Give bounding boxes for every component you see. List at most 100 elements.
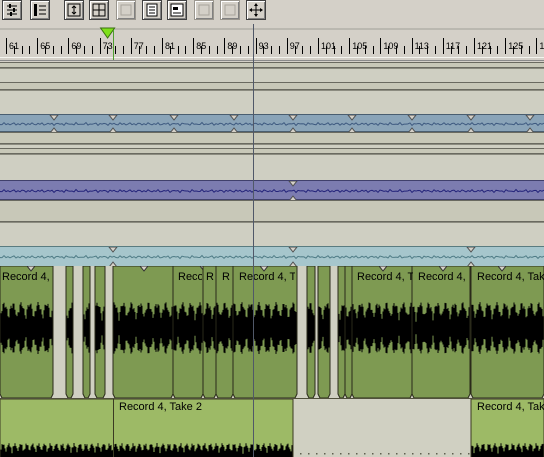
audio-track-top: Record 4, T Reco R R Record 4, T Record … bbox=[0, 266, 544, 398]
track-divider bbox=[0, 132, 544, 144]
ruler-label: 125 bbox=[508, 41, 524, 51]
track-lane[interactable] bbox=[0, 90, 544, 114]
grid-dot bbox=[468, 453, 470, 455]
envelope-node bbox=[525, 115, 535, 121]
envelope-node bbox=[288, 181, 298, 187]
edit-cursor bbox=[253, 24, 254, 457]
blank-icon bbox=[120, 4, 132, 16]
clip-label[interactable]: Record 4, T bbox=[418, 271, 468, 283]
disabled-button bbox=[116, 0, 136, 20]
volume-envelope-lane[interactable] bbox=[0, 114, 544, 133]
grid-dot bbox=[388, 453, 390, 455]
toolbar bbox=[0, 0, 544, 25]
grid-view-button[interactable] bbox=[89, 0, 109, 20]
grid-dot bbox=[364, 453, 366, 455]
grid-dot bbox=[324, 453, 326, 455]
envelope-node bbox=[407, 115, 417, 121]
clip-label[interactable]: Record 4, Take bbox=[477, 271, 544, 283]
ruler-label: 109 bbox=[383, 41, 399, 51]
blank-icon bbox=[224, 4, 236, 16]
ruler-label: 121 bbox=[477, 41, 493, 51]
grid-dot bbox=[460, 453, 462, 455]
ruler-label: 117 bbox=[445, 41, 461, 51]
envelope-node bbox=[169, 115, 179, 121]
clip-label[interactable]: Record 4, T bbox=[357, 271, 413, 283]
clip-view-button[interactable] bbox=[167, 0, 187, 20]
grid-dot bbox=[308, 453, 310, 455]
ruler-label: 93 bbox=[258, 41, 269, 51]
grid-dot bbox=[316, 453, 318, 455]
move-icon bbox=[249, 3, 263, 17]
disabled-button bbox=[194, 0, 214, 20]
track-list-icon bbox=[34, 4, 46, 16]
clip-label[interactable]: R bbox=[222, 271, 232, 283]
envelope-node bbox=[288, 247, 298, 253]
move-button[interactable] bbox=[246, 0, 266, 20]
pan-envelope-lane[interactable] bbox=[0, 180, 544, 201]
ruler-label: 97 bbox=[289, 41, 300, 51]
mixer-button[interactable] bbox=[2, 0, 22, 20]
blank-icon bbox=[198, 4, 210, 16]
aux-envelope-lane[interactable] bbox=[0, 246, 544, 267]
envelope-node bbox=[108, 115, 118, 121]
clip-label[interactable]: Record 4, T bbox=[239, 271, 295, 283]
ruler-label: 105 bbox=[352, 41, 368, 51]
clip-label[interactable]: Record 4, Take 2 bbox=[119, 401, 289, 413]
grid-dot bbox=[348, 453, 350, 455]
ruler-label: 81 bbox=[165, 41, 176, 51]
grid-dot bbox=[420, 453, 422, 455]
envelope-node bbox=[288, 115, 298, 121]
page-icon bbox=[146, 3, 158, 17]
grid-dot bbox=[300, 453, 302, 455]
playhead-line bbox=[113, 30, 114, 60]
clip-label[interactable]: Reco bbox=[178, 271, 202, 283]
disabled-button bbox=[220, 0, 240, 20]
grid-dot bbox=[332, 453, 334, 455]
track-lane[interactable] bbox=[0, 154, 544, 180]
grid-view-icon bbox=[92, 3, 106, 17]
track-lane[interactable] bbox=[0, 68, 544, 82]
ruler-label: 77 bbox=[133, 41, 144, 51]
envelope-node bbox=[108, 247, 118, 253]
envelope-line bbox=[0, 247, 544, 267]
grid-dot bbox=[340, 453, 342, 455]
envelope-node bbox=[49, 115, 59, 121]
ruler-label: 101 bbox=[321, 41, 337, 51]
envelope-line bbox=[0, 181, 544, 201]
envelope-node bbox=[466, 115, 476, 121]
ruler-label: 69 bbox=[71, 41, 82, 51]
grid-dot bbox=[452, 453, 454, 455]
mixer-icon bbox=[7, 4, 17, 16]
track-lane[interactable] bbox=[0, 222, 544, 246]
fit-vertical-icon bbox=[67, 3, 81, 17]
envelope-node bbox=[347, 115, 357, 121]
ruler-ticks bbox=[0, 27, 544, 58]
track-list-button[interactable] bbox=[30, 0, 50, 20]
ruler-label: 113 bbox=[414, 41, 429, 51]
clip-label[interactable]: Record 4, Take bbox=[477, 401, 544, 413]
track-view-window: 61 65 69 73 77 81 85 89 93 97 101 105 109 113 117 121 12… bbox=[0, 0, 544, 457]
grid-dot bbox=[412, 453, 414, 455]
grid-dot bbox=[396, 453, 398, 455]
track-divider bbox=[0, 82, 544, 90]
envelope-line bbox=[0, 115, 544, 133]
grid-dot bbox=[356, 453, 358, 455]
envelope-waveform bbox=[0, 188, 544, 194]
ruler-label: 65 bbox=[40, 41, 51, 51]
fit-vertical-button[interactable] bbox=[64, 0, 84, 20]
ruler-label: 89 bbox=[227, 41, 238, 51]
ruler-label: 73 bbox=[102, 41, 113, 51]
grid-dot bbox=[444, 453, 446, 455]
envelope-node bbox=[229, 115, 239, 121]
clip-label[interactable]: Record 4, T bbox=[2, 271, 52, 283]
track-divider bbox=[0, 200, 544, 222]
grid-dot bbox=[380, 453, 382, 455]
waveform bbox=[318, 303, 330, 353]
audio-track-take: Record 4, Take 2 Record 4, Take bbox=[0, 398, 544, 457]
waveform bbox=[233, 302, 297, 354]
clip-view-icon bbox=[170, 3, 184, 17]
time-ruler[interactable]: 61 65 69 73 77 81 85 89 93 97 101 105 109 113 117 121 12… bbox=[0, 24, 544, 61]
grid-dot bbox=[436, 453, 438, 455]
clip-label[interactable]: R bbox=[206, 271, 216, 283]
page-button[interactable] bbox=[142, 0, 162, 20]
